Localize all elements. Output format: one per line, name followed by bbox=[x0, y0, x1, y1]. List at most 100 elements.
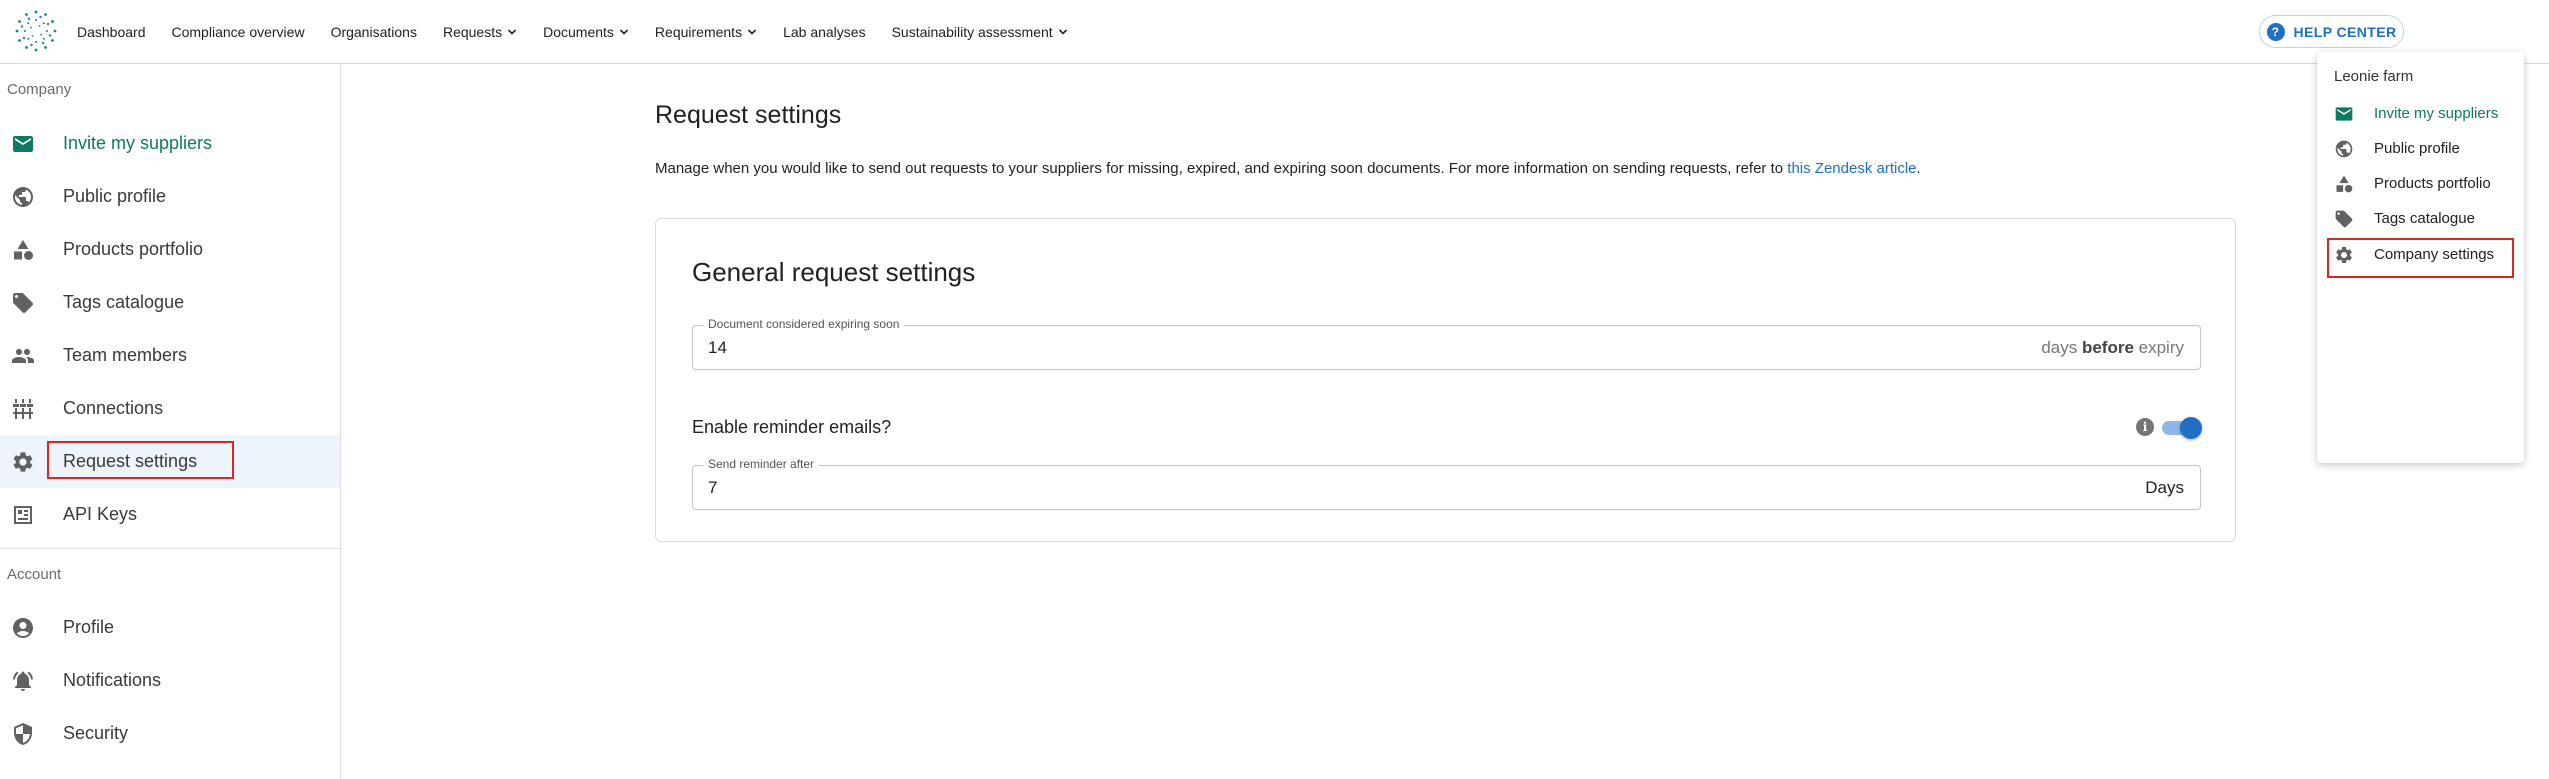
api-key-icon bbox=[11, 503, 35, 527]
sidebar-item-api-keys[interactable]: API Keys bbox=[0, 488, 340, 541]
globe-icon bbox=[11, 185, 35, 209]
menu-item-label: Invite my suppliers bbox=[2374, 105, 2499, 122]
menu-item-label: Public profile bbox=[2374, 140, 2460, 157]
send-reminder-field[interactable]: Send reminder after 7 Days bbox=[692, 457, 2201, 510]
settings-sidebar: Company Invite my suppliers Public profi… bbox=[0, 64, 341, 779]
info-icon[interactable]: i bbox=[2136, 418, 2154, 436]
field-suffix: Days bbox=[2145, 478, 2184, 497]
top-navigation-bar: Dashboard Compliance overview Organisati… bbox=[0, 0, 2549, 64]
sidebar-item-label: Public profile bbox=[63, 186, 167, 206]
sidebar-item-label: Notifications bbox=[63, 670, 162, 690]
highlight-box bbox=[2327, 238, 2514, 278]
reminder-toggle-label: Enable reminder emails? bbox=[692, 417, 892, 437]
tag-icon bbox=[11, 291, 35, 315]
nav-dashboard[interactable]: Dashboard bbox=[77, 24, 146, 40]
nav-label: Requests bbox=[442, 24, 503, 40]
sidebar-item-label: Products portfolio bbox=[63, 239, 204, 259]
sidebar-item-team-members[interactable]: Team members bbox=[0, 329, 340, 382]
nav-organisations[interactable]: Organisations bbox=[331, 24, 417, 40]
chevron-down-icon bbox=[1058, 29, 1067, 35]
gear-icon bbox=[11, 450, 35, 474]
suffix-bold-text: before bbox=[2081, 338, 2134, 357]
reminder-emails-toggle[interactable] bbox=[2159, 417, 2203, 439]
menu-item-tags-catalogue[interactable]: Tags catalogue bbox=[2317, 201, 2524, 235]
suffix-text: expiry bbox=[2133, 338, 2184, 357]
general-settings-card: General request settings Document consid… bbox=[655, 218, 2236, 542]
nav-label: Sustainability assessment bbox=[891, 24, 1053, 40]
expiring-soon-input[interactable]: 14 bbox=[708, 338, 727, 358]
nav-label: Lab analyses bbox=[783, 24, 866, 40]
field-suffix: days before expiry bbox=[2041, 338, 2184, 358]
nav-sustainability-assessment[interactable]: Sustainability assessment bbox=[892, 24, 1068, 40]
connections-icon bbox=[11, 397, 35, 421]
expiring-soon-field[interactable]: Document considered expiring soon 14 day… bbox=[692, 317, 2201, 370]
field-label: Send reminder after bbox=[703, 457, 820, 471]
sidebar-item-profile[interactable]: Profile bbox=[0, 601, 340, 654]
sidebar-item-products-portfolio[interactable]: Products portfolio bbox=[0, 223, 340, 276]
nav-requests[interactable]: Requests bbox=[443, 24, 517, 40]
mail-icon bbox=[11, 132, 35, 156]
account-circle-icon bbox=[11, 616, 35, 640]
sidebar-item-label: API Keys bbox=[63, 504, 138, 524]
mail-icon bbox=[2334, 104, 2354, 124]
sidebar-item-label: Invite my suppliers bbox=[63, 133, 213, 153]
sidebar-item-connections[interactable]: Connections bbox=[0, 382, 340, 435]
highlight-box bbox=[47, 441, 234, 479]
nav-label: Dashboard bbox=[77, 24, 146, 40]
suffix-text: days bbox=[2041, 338, 2082, 357]
tag-icon bbox=[2334, 209, 2354, 229]
help-icon: ? bbox=[2266, 22, 2285, 41]
nav-requirements[interactable]: Requirements bbox=[655, 24, 757, 40]
sidebar-item-label: Profile bbox=[63, 617, 115, 637]
sidebar-item-notifications[interactable]: Notifications bbox=[0, 654, 340, 707]
nav-lab-analyses[interactable]: Lab analyses bbox=[783, 24, 866, 40]
section-label-account: Account bbox=[7, 566, 62, 583]
menu-item-label: Tags catalogue bbox=[2374, 210, 2475, 227]
bell-icon bbox=[11, 669, 35, 693]
nav-label: Compliance overview bbox=[171, 24, 305, 40]
page-description: Manage when you would like to send out r… bbox=[655, 160, 1921, 177]
menu-item-label: Products portfolio bbox=[2374, 175, 2491, 192]
card-title: General request settings bbox=[692, 257, 976, 287]
section-label-company: Company bbox=[7, 81, 72, 98]
globe-icon bbox=[2334, 139, 2354, 159]
sidebar-item-label: Team members bbox=[63, 345, 188, 365]
zendesk-article-link[interactable]: this Zendesk article bbox=[1787, 160, 1916, 177]
shield-icon bbox=[11, 722, 35, 746]
sidebar-item-tags-catalogue[interactable]: Tags catalogue bbox=[0, 276, 340, 329]
sidebar-divider bbox=[0, 548, 340, 549]
shapes-icon bbox=[11, 238, 35, 262]
toggle-thumb bbox=[2180, 417, 2202, 439]
nav-label: Organisations bbox=[330, 24, 417, 40]
sidebar-item-public-profile[interactable]: Public profile bbox=[0, 170, 340, 223]
chevron-down-icon bbox=[619, 29, 628, 35]
sidebar-item-security[interactable]: Security bbox=[0, 707, 340, 760]
sidebar-item-invite-suppliers[interactable]: Invite my suppliers bbox=[0, 117, 340, 170]
page-title: Request settings bbox=[655, 101, 842, 129]
menu-header-company-name: Leonie farm bbox=[2334, 68, 2414, 85]
nav-compliance-overview[interactable]: Compliance overview bbox=[172, 24, 305, 40]
nav-label: Requirements bbox=[654, 24, 743, 40]
sidebar-item-label: Security bbox=[63, 723, 129, 743]
description-text: Manage when you would like to send out r… bbox=[655, 160, 1788, 177]
menu-item-public-profile[interactable]: Public profile bbox=[2317, 131, 2524, 165]
company-logo[interactable] bbox=[14, 9, 58, 53]
help-center-button[interactable]: ? HELP CENTER bbox=[2259, 15, 2404, 48]
shapes-icon bbox=[2334, 174, 2354, 194]
reminder-toggle-row: Enable reminder emails? i bbox=[692, 413, 2204, 443]
chevron-down-icon bbox=[748, 29, 757, 35]
field-label: Document considered expiring soon bbox=[703, 317, 905, 331]
main-nav: Dashboard Compliance overview Organisati… bbox=[77, 0, 1094, 64]
nav-label: Documents bbox=[543, 24, 614, 40]
menu-item-products-portfolio[interactable]: Products portfolio bbox=[2317, 166, 2524, 200]
send-reminder-input[interactable]: 7 bbox=[708, 478, 717, 498]
help-center-label: HELP CENTER bbox=[2293, 23, 2397, 40]
description-suffix: . bbox=[1916, 160, 1921, 177]
chevron-down-icon bbox=[508, 29, 517, 35]
nav-documents[interactable]: Documents bbox=[543, 24, 629, 40]
user-menu-button[interactable] bbox=[2416, 14, 2524, 50]
people-icon bbox=[11, 344, 35, 368]
sidebar-item-label: Connections bbox=[63, 398, 164, 418]
menu-item-invite-suppliers[interactable]: Invite my suppliers bbox=[2317, 96, 2524, 130]
sidebar-item-label: Tags catalogue bbox=[63, 292, 185, 312]
